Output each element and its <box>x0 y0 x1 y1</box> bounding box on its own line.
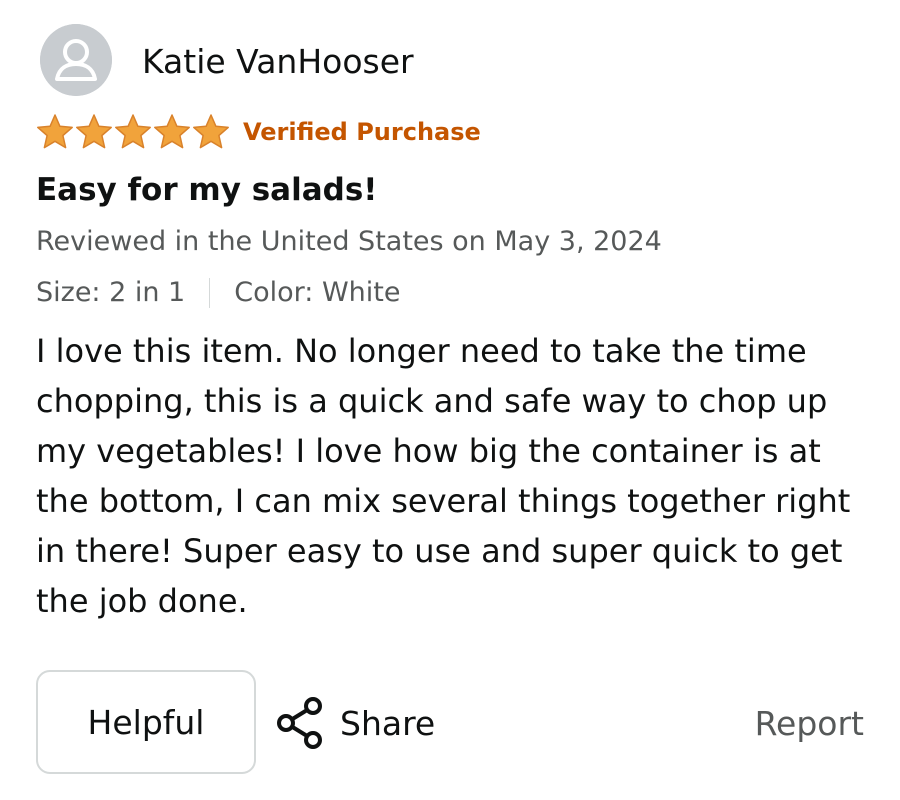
share-button[interactable]: Share <box>274 690 435 756</box>
variant-divider <box>209 278 211 308</box>
share-icon <box>277 697 322 749</box>
review-body: I love this item. No longer need to take… <box>36 332 851 620</box>
star-rating[interactable] <box>36 113 231 151</box>
review-date: Reviewed in the United States on May 3, … <box>36 226 662 257</box>
review-card: Katie VanHooser Verified Purchase Easy f… <box>0 0 900 800</box>
star-icon <box>115 114 151 149</box>
star-icon <box>76 114 112 149</box>
review-title[interactable]: Easy for my salads! <box>36 168 377 212</box>
star-icon <box>154 114 190 149</box>
share-label: Share <box>340 703 436 743</box>
report-link[interactable]: Report <box>755 690 864 756</box>
verified-purchase-badge: Verified Purchase <box>243 118 481 146</box>
variant-size: Size: 2 in 1 <box>36 277 186 308</box>
avatar[interactable] <box>40 24 112 96</box>
variant-info[interactable]: Size: 2 in 1 Color: White <box>36 273 400 313</box>
star-icon <box>37 114 73 149</box>
star-icon <box>193 114 229 149</box>
variant-color: Color: White <box>234 277 401 308</box>
person-silhouette-icon <box>40 24 112 96</box>
helpful-button[interactable]: Helpful <box>36 670 256 774</box>
rating-row: Verified Purchase <box>36 112 481 152</box>
reviewer-name[interactable]: Katie VanHooser <box>142 40 414 84</box>
